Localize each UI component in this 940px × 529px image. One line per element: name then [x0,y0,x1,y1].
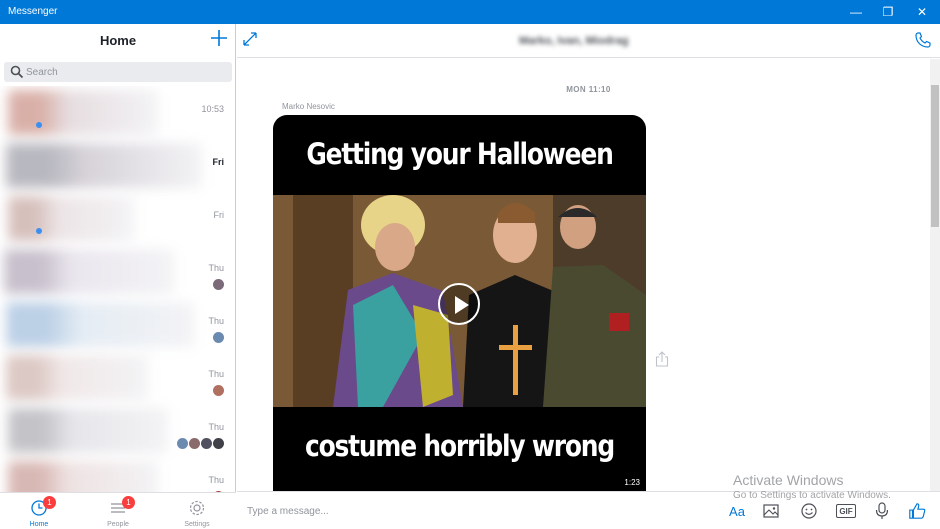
conversation-item[interactable]: Thu [0,298,236,351]
microphone-icon[interactable] [875,502,889,520]
gear-icon [189,500,205,516]
sender-name: Marko Nesovic [282,102,335,111]
avatar [177,438,188,449]
conversation-item[interactable]: Thu [0,245,236,298]
nav-settings[interactable]: Settings [158,497,236,529]
share-icon[interactable] [655,351,669,367]
like-icon[interactable] [907,502,927,520]
video-message[interactable]: Getting your Halloween costume horribly … [273,115,646,491]
conversation-time: Fri [212,157,224,167]
avatar [213,385,224,396]
conversation-time: Thu [208,475,224,485]
avatar [213,438,224,449]
seen-avatars [177,438,224,449]
conversation-preview [6,302,194,347]
conversation-preview [6,143,202,188]
conversation-preview [8,90,158,135]
conversation-preview [8,408,168,453]
conversation-item[interactable]: Fri [0,192,236,245]
unread-indicator [36,228,42,234]
conversation-list: 10:53 Fri Fri Thu Thu Thu Thu Thu [0,86,236,492]
scrollbar-thumb[interactable] [931,85,939,227]
conversation-preview [8,461,158,492]
avatar [213,332,224,343]
conversation-time: Thu [208,422,224,432]
conversation-time: Fri [213,210,225,220]
conversation-time: 10:53 [201,104,224,114]
nav-home[interactable]: 1 Home [0,496,78,529]
avatar [213,279,224,290]
people-badge: 1 [122,496,135,509]
gif-button[interactable]: GIF [836,504,856,518]
message-thread[interactable]: MON 11:10 Marko Nesovic Getting your Hal… [237,59,930,491]
sidebar: Home 10:53 Fri Fri Thu Thu Thu Thu Thu 1 Home 1… [0,24,236,529]
restore-button[interactable]: ❐ [871,0,905,24]
emoji-icon[interactable] [800,502,818,520]
video-caption-bottom: costume horribly wrong [304,429,615,463]
seen-avatars [213,279,224,290]
nav-home-label: Home [29,521,49,528]
conversation-item[interactable]: 10:53 [0,86,236,139]
message-composer: Aa GIF [237,491,940,529]
unread-indicator [36,122,42,128]
thread-scrollbar[interactable] [930,59,940,491]
image-icon[interactable] [763,502,779,520]
app-title: Messenger [8,6,58,17]
conversation-pane: Marko, Ivan, Miodrag MON 11:10 Marko Nes… [237,24,940,529]
expand-icon[interactable] [241,30,259,48]
seen-avatars [213,332,224,343]
phone-icon[interactable] [914,31,932,49]
conversation-preview [4,249,174,294]
search-input[interactable] [26,64,226,80]
text-format-button[interactable]: Aa [727,502,747,520]
video-duration: 1:23 [624,478,640,487]
conversation-time: Thu [208,263,224,273]
search-icon [10,65,24,79]
bottom-nav: 1 Home 1 People Settings [0,492,236,529]
avatar [201,438,212,449]
sidebar-title: Home [99,33,137,48]
conversation-item[interactable]: Fri [0,139,236,192]
close-button[interactable]: ✕ [905,0,939,24]
date-separator: MON 11:10 [566,85,611,94]
search-box[interactable] [4,62,232,82]
nav-settings-label: Settings [184,521,210,528]
nav-people-label: People [107,521,129,528]
conversation-preview [8,196,134,241]
avatar [189,438,200,449]
conversation-title[interactable]: Marko, Ivan, Miodrag [519,35,628,47]
sidebar-header: Home [0,24,236,56]
plus-icon[interactable] [209,28,229,48]
title-bar: Messenger — ❐ ✕ [0,0,940,24]
minimize-button[interactable]: — [839,0,873,24]
conversation-item[interactable]: Thu [0,457,236,492]
conversation-item[interactable]: Thu [0,351,236,404]
seen-avatars [213,385,224,396]
play-button[interactable] [438,283,480,325]
conversation-preview [6,355,148,400]
conversation-item[interactable]: Thu [0,404,236,457]
home-badge: 1 [43,496,56,509]
nav-people[interactable]: 1 People [79,496,157,529]
message-input[interactable] [247,503,667,519]
conversation-time: Thu [208,316,224,326]
conversation-time: Thu [208,369,224,379]
video-caption-top: Getting your Halloween [306,137,613,171]
conversation-header: Marko, Ivan, Miodrag [237,24,940,58]
